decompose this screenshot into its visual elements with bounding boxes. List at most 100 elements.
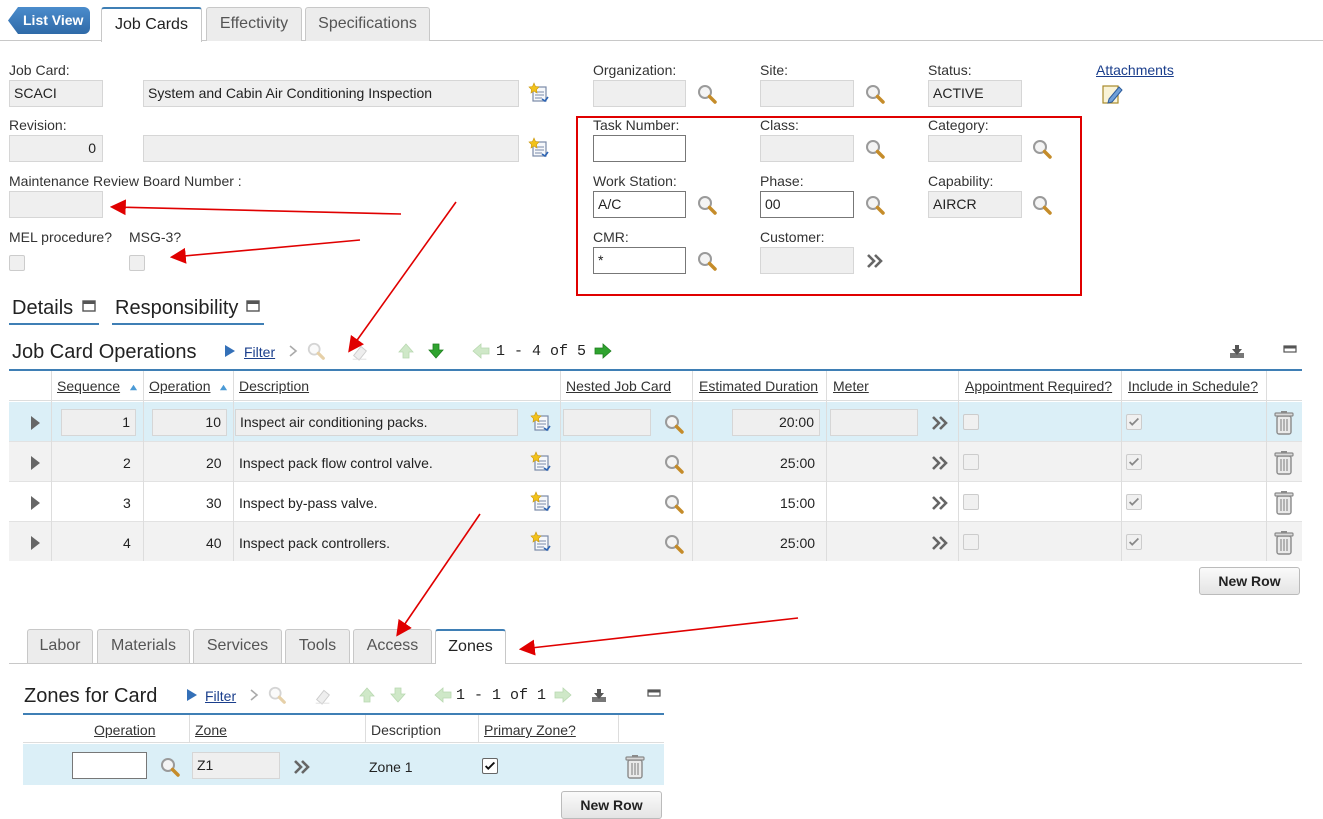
previous-page-icon[interactable]	[471, 342, 491, 360]
msg3-checkbox[interactable]	[129, 255, 145, 271]
previous-page-icon[interactable]	[433, 686, 453, 704]
col-description[interactable]: Description	[239, 378, 309, 394]
description-field[interactable]: Inspect air conditioning packs.	[235, 409, 518, 436]
export-icon[interactable]	[590, 688, 608, 704]
tab-responsibility[interactable]: Responsibility	[112, 295, 264, 325]
search-icon[interactable]	[267, 685, 287, 705]
table-row[interactable]	[9, 482, 1302, 522]
filter-arrow-icon[interactable]	[224, 344, 236, 358]
tab-labor[interactable]: Labor	[27, 629, 93, 663]
sort-icon[interactable]	[219, 383, 228, 392]
export-icon[interactable]	[1228, 344, 1246, 360]
search-icon[interactable]	[663, 533, 685, 555]
sequence-field[interactable]: 1	[61, 409, 136, 436]
search-icon[interactable]	[663, 453, 685, 475]
attachments-link[interactable]: Attachments	[1096, 62, 1174, 78]
col-zone[interactable]: Zone	[195, 722, 227, 738]
sort-icon[interactable]	[129, 383, 138, 392]
list-view-button[interactable]: List View	[8, 7, 90, 34]
eraser-icon[interactable]	[350, 341, 370, 361]
move-down-icon[interactable]	[427, 342, 445, 360]
delete-icon[interactable]	[1272, 530, 1296, 556]
move-up-icon[interactable]	[358, 686, 376, 704]
duplicate-icon[interactable]	[530, 491, 552, 513]
col-include-in-schedule[interactable]: Include in Schedule?	[1128, 378, 1258, 394]
tab-job-cards[interactable]: Job Cards	[101, 7, 202, 42]
zone-field[interactable]: Z1	[192, 752, 280, 779]
appointment-required-checkbox[interactable]	[963, 534, 979, 550]
estimated-duration-field[interactable]: 20:00	[732, 409, 820, 436]
next-page-icon[interactable]	[553, 686, 573, 704]
tab-services[interactable]: Services	[193, 629, 282, 663]
table-row[interactable]	[9, 522, 1302, 561]
organization-field[interactable]	[593, 80, 686, 107]
site-field[interactable]	[760, 80, 854, 107]
new-row-button[interactable]: New Row	[561, 791, 662, 819]
tab-zones[interactable]: Zones	[435, 629, 506, 664]
job-card-field[interactable]: SCACI	[9, 80, 103, 107]
minimize-icon[interactable]	[647, 688, 661, 698]
tab-access[interactable]: Access	[353, 629, 432, 663]
delete-icon[interactable]	[1272, 450, 1296, 476]
table-row[interactable]	[9, 442, 1302, 482]
include-in-schedule-checkbox[interactable]	[1126, 454, 1142, 470]
double-chevron-icon[interactable]	[929, 532, 951, 554]
search-icon[interactable]	[306, 341, 326, 361]
double-chevron-icon[interactable]	[929, 492, 951, 514]
duplicate-icon[interactable]	[530, 531, 552, 553]
delete-icon[interactable]	[623, 754, 647, 780]
include-in-schedule-checkbox[interactable]	[1126, 494, 1142, 510]
revision-description-field[interactable]	[143, 135, 519, 162]
expand-row-icon[interactable]	[29, 535, 41, 551]
duplicate-icon[interactable]	[528, 82, 550, 104]
filter-link[interactable]: Filter	[205, 688, 236, 704]
double-chevron-icon[interactable]	[291, 756, 313, 778]
revision-field[interactable]: 0	[9, 135, 103, 162]
edit-attachment-icon[interactable]	[1100, 82, 1124, 106]
minimize-icon[interactable]	[1283, 344, 1297, 354]
new-row-button[interactable]: New Row	[1199, 567, 1300, 595]
appointment-required-checkbox[interactable]	[963, 494, 979, 510]
search-icon[interactable]	[663, 493, 685, 515]
double-chevron-icon[interactable]	[929, 412, 951, 434]
appointment-required-checkbox[interactable]	[963, 414, 979, 430]
search-icon[interactable]	[663, 413, 685, 435]
nested-job-card-field[interactable]	[563, 409, 651, 436]
operation-field[interactable]: 10	[152, 409, 227, 436]
col-meter[interactable]: Meter	[833, 378, 869, 394]
col-primary-zone[interactable]: Primary Zone?	[484, 722, 576, 738]
col-appointment-required[interactable]: Appointment Required?	[965, 378, 1112, 394]
col-zone-operation[interactable]: Operation	[94, 722, 155, 738]
meter-field[interactable]	[830, 409, 918, 436]
mrb-number-field[interactable]	[9, 191, 103, 218]
next-page-icon[interactable]	[593, 342, 613, 360]
move-down-icon[interactable]	[389, 686, 407, 704]
col-sequence[interactable]: Sequence	[57, 378, 120, 394]
duplicate-icon[interactable]	[530, 451, 552, 473]
duplicate-icon[interactable]	[528, 137, 550, 159]
tab-specifications[interactable]: Specifications	[305, 7, 430, 41]
include-in-schedule-checkbox[interactable]	[1126, 414, 1142, 430]
search-icon[interactable]	[696, 83, 718, 105]
delete-icon[interactable]	[1272, 490, 1296, 516]
tab-effectivity[interactable]: Effectivity	[206, 7, 302, 41]
col-nested-job-card[interactable]: Nested Job Card	[566, 378, 671, 394]
job-card-description-field[interactable]: System and Cabin Air Conditioning Inspec…	[143, 80, 519, 107]
delete-icon[interactable]	[1272, 410, 1296, 436]
col-estimated-duration[interactable]: Estimated Duration	[699, 378, 818, 394]
move-up-icon[interactable]	[397, 342, 415, 360]
search-icon[interactable]	[159, 756, 181, 778]
appointment-required-checkbox[interactable]	[963, 454, 979, 470]
col-operation[interactable]: Operation	[149, 378, 210, 394]
search-icon[interactable]	[864, 83, 886, 105]
expand-row-icon[interactable]	[29, 495, 41, 511]
tab-tools[interactable]: Tools	[285, 629, 350, 663]
double-chevron-icon[interactable]	[929, 452, 951, 474]
expand-row-icon[interactable]	[29, 455, 41, 471]
filter-link[interactable]: Filter	[244, 344, 275, 360]
tab-materials[interactable]: Materials	[97, 629, 190, 663]
filter-arrow-icon[interactable]	[186, 688, 198, 702]
expand-row-icon[interactable]	[29, 415, 41, 431]
primary-zone-checkbox[interactable]	[482, 758, 498, 774]
include-in-schedule-checkbox[interactable]	[1126, 534, 1142, 550]
